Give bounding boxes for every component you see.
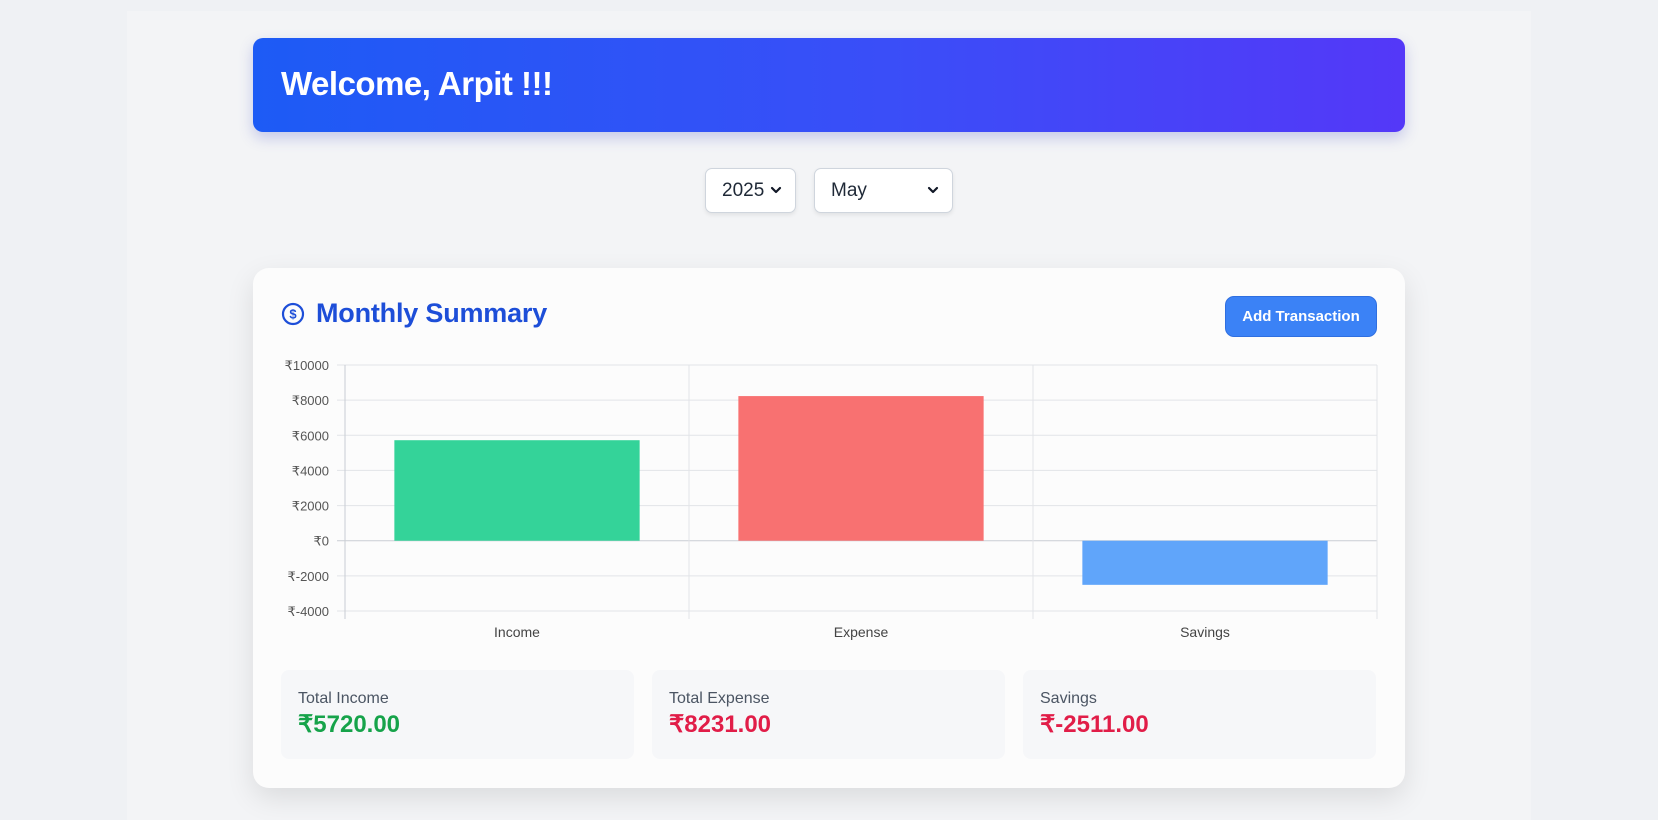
welcome-banner: Welcome, Arpit !!! (253, 38, 1405, 132)
year-select[interactable]: 2025 (705, 168, 796, 213)
year-select-value: 2025 (722, 179, 765, 201)
total-expense-value: ₹8231.00 (669, 711, 772, 738)
total-income-label: Total Income (298, 690, 389, 707)
month-select[interactable]: May (814, 168, 953, 213)
y-tick-label: ₹-4000 (287, 604, 329, 619)
savings-label: Savings (1040, 690, 1097, 707)
y-tick-label: ₹-2000 (287, 569, 329, 584)
total-income-value: ₹5720.00 (298, 711, 401, 738)
savings-box: Savings ₹-2511.00 (1023, 670, 1376, 759)
y-tick-label: ₹8000 (292, 393, 329, 408)
total-expense-box: Total Expense ₹8231.00 (652, 670, 1005, 759)
chevron-down-icon (927, 186, 939, 194)
summary-bar-chart: ₹10000 ₹8000 ₹6000 ₹4000 ₹2000 ₹0 ₹-2000 ₹-4000… (285, 358, 1378, 640)
savings-value: ₹-2511.00 (1040, 711, 1149, 738)
month-select-value: May (831, 179, 867, 201)
y-tick-label: ₹0 (313, 534, 329, 549)
y-tick-label: ₹10000 (285, 358, 329, 373)
y-tick-label: ₹2000 (292, 499, 329, 514)
total-income-box: Total Income ₹5720.00 (281, 670, 634, 759)
bar-income (394, 440, 640, 541)
bar-savings (1082, 540, 1328, 585)
x-tick-label: Income (494, 624, 540, 640)
x-tick-label: Savings (1180, 624, 1230, 640)
total-expense-label: Total Expense (669, 690, 770, 707)
monthly-summary-card: $ Monthly Summary Add Transaction ₹10000… (253, 268, 1405, 788)
y-tick-label: ₹4000 (292, 463, 329, 478)
y-tick-label: ₹6000 (292, 428, 329, 443)
welcome-title: Welcome, Arpit !!! (281, 65, 553, 102)
bar-expense (738, 396, 984, 541)
x-tick-label: Expense (834, 624, 889, 640)
chevron-down-icon (770, 186, 782, 194)
